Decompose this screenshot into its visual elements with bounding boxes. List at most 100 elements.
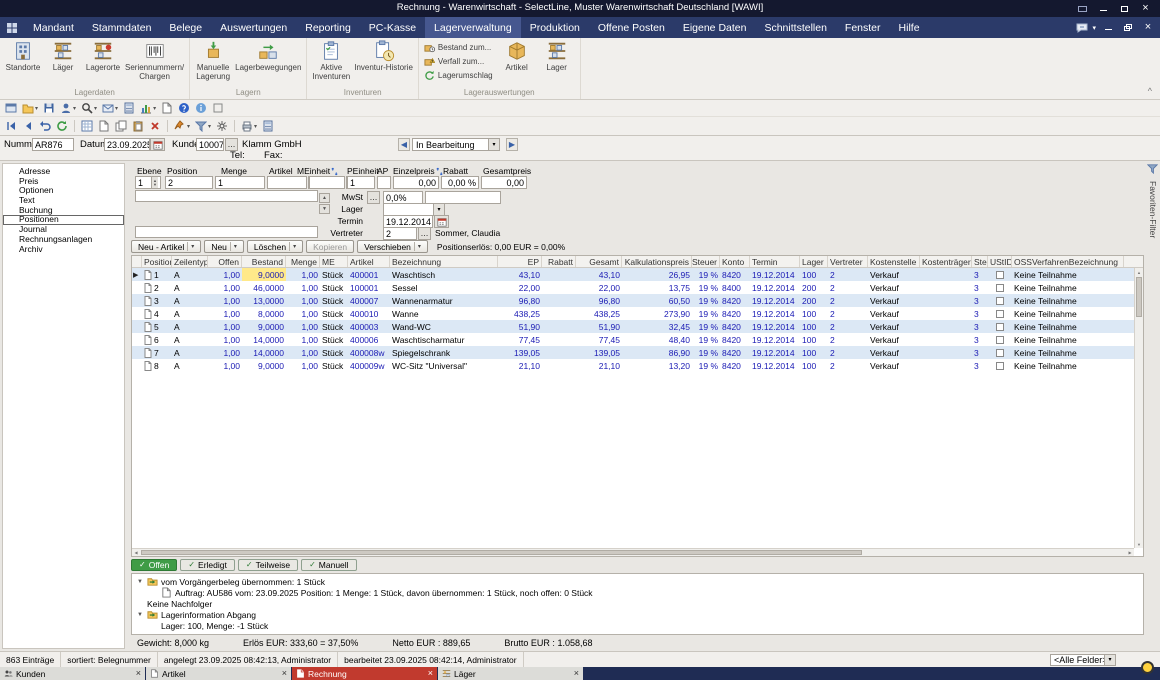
scroll-right-icon[interactable]: ▶ xyxy=(1126,549,1134,556)
ribbon-item-läger[interactable]: Läger xyxy=(43,39,83,73)
col-header-kostenstelle[interactable]: Kostenstelle xyxy=(868,256,920,267)
hscroll-thumb[interactable] xyxy=(141,550,862,555)
posform-extra-field-2[interactable] xyxy=(135,226,318,238)
col-header-gesamt[interactable]: Gesamt xyxy=(576,256,622,267)
col-header-bezeichnung[interactable]: Bezeichnung xyxy=(390,256,498,267)
horizontal-scrollbar[interactable]: ◀ ▶ xyxy=(132,548,1134,556)
kunde-input[interactable]: 10007 xyxy=(196,138,224,151)
tab-close-icon[interactable]: × xyxy=(428,669,433,678)
tree-node[interactable]: ▼Lagerinformation Abgang xyxy=(134,609,1141,620)
status-prev-button[interactable]: ◀ xyxy=(398,138,410,151)
doc-button[interactable] xyxy=(96,119,112,134)
copy-button[interactable] xyxy=(113,119,129,134)
info-button[interactable] xyxy=(193,101,209,116)
funnel-button[interactable]: ▾ xyxy=(193,119,213,134)
feedback-icon[interactable] xyxy=(1076,22,1088,34)
ribbon-item-manuelle[interactable]: Manuelle Lagerung xyxy=(193,39,233,82)
ribbon-item-lagerbewegungen[interactable]: Lagerbewegungen xyxy=(233,39,303,73)
table-row[interactable]: 6A1,0014,00001,00Stück400006Waschtischar… xyxy=(132,333,1134,346)
filter-offen-button[interactable]: ✓Offen xyxy=(131,559,177,571)
first-button[interactable] xyxy=(3,119,19,134)
tree-node[interactable]: Auftrag: AU586 vom: 23.09.2025 Position:… xyxy=(134,587,1141,598)
menu-schnittstellen[interactable]: Schnittstellen xyxy=(755,17,835,38)
col-header-ste[interactable]: Ste xyxy=(972,256,988,267)
einzelpreis-input[interactable]: 0,00 xyxy=(393,176,439,189)
neu-button[interactable]: Neu ▾ xyxy=(204,240,244,253)
ribbon-collapse-icon[interactable]: ^ xyxy=(1148,86,1152,96)
disk-button[interactable] xyxy=(41,101,57,116)
col-header-vertreter[interactable]: Vertreter xyxy=(828,256,868,267)
col-header-bestand[interactable]: Bestand xyxy=(242,256,286,267)
rabatt-input[interactable]: 0,00 % xyxy=(441,176,479,189)
col-header-zeilentyp[interactable]: Zeilentyp xyxy=(172,256,208,267)
col-header-kostenträger[interactable]: Kostenträger xyxy=(920,256,972,267)
taskbar-tab-läger[interactable]: Läger× xyxy=(438,667,583,680)
tree-expander-icon[interactable]: ▼ xyxy=(136,612,144,618)
scroll-left-icon[interactable]: ◀ xyxy=(132,549,140,556)
nummer-input[interactable]: AR876 xyxy=(32,138,74,151)
menu-stammdaten[interactable]: Stammdaten xyxy=(83,17,161,38)
termin-calendar-button[interactable] xyxy=(434,215,449,228)
artikel-input[interactable] xyxy=(267,176,307,189)
row-checkbox[interactable] xyxy=(996,362,1004,370)
tab-close-icon[interactable]: × xyxy=(574,669,579,678)
table-row[interactable]: 5A1,009,00001,00Stück400003Wand-WC51,905… xyxy=(132,320,1134,333)
menge-input[interactable]: 1 xyxy=(215,176,265,189)
peinheit-input[interactable]: 1 xyxy=(347,176,375,189)
filter-teilweise-button[interactable]: ✓Teilweise xyxy=(238,559,298,571)
field-filter-combo[interactable]: <Alle Felder> ▾ xyxy=(1050,654,1116,666)
gesamtpreis-input[interactable]: 0,00 xyxy=(481,176,527,189)
col-header-offen[interactable]: Offen xyxy=(208,256,242,267)
menu-pc-kasse[interactable]: PC-Kasse xyxy=(360,17,425,38)
row-checkbox[interactable] xyxy=(996,349,1004,357)
table-row[interactable]: 2A1,0046,00001,00Stück100001Sessel22,002… xyxy=(132,281,1134,294)
scroll-down-icon[interactable]: ▼ xyxy=(1135,540,1143,548)
taskbar-tab-artikel[interactable]: Artikel× xyxy=(146,667,291,680)
menu-hilfe[interactable]: Hilfe xyxy=(890,17,929,38)
meinheit-input[interactable] xyxy=(309,176,345,189)
col-header-lager[interactable]: Lager xyxy=(800,256,828,267)
sidebar-item-archiv[interactable]: Archiv xyxy=(3,245,124,255)
vertical-scrollbar[interactable]: ▲ ▼ xyxy=(1134,268,1143,548)
calc-button[interactable] xyxy=(121,101,137,116)
chart-button[interactable]: ▾ xyxy=(138,101,158,116)
maximize-button[interactable] xyxy=(1114,1,1135,16)
refresh-button[interactable] xyxy=(54,119,70,134)
delete-button[interactable] xyxy=(147,119,163,134)
vertreter-lookup-button[interactable]: … xyxy=(418,227,431,240)
datum-calendar-button[interactable] xyxy=(150,138,165,151)
col-header-ossverfahrenbezeichnung[interactable]: OSSVerfahrenBezeichnung xyxy=(1012,256,1124,267)
menu-eigene-daten[interactable]: Eigene Daten xyxy=(674,17,756,38)
col-header-konto[interactable]: Konto xyxy=(720,256,750,267)
position-input[interactable]: 2 xyxy=(165,176,213,189)
spinner-icon[interactable]: ▲▼ xyxy=(151,177,158,188)
taskbar-tab-kunden[interactable]: Kunden× xyxy=(0,667,145,680)
question-button[interactable] xyxy=(176,101,192,116)
table-row[interactable]: ▶1A1,009,00001,00Stück400001Waschtisch43… xyxy=(132,268,1134,281)
row-checkbox[interactable] xyxy=(996,284,1004,292)
col-header-position[interactable]: Position xyxy=(142,256,172,267)
col-header-menge[interactable]: Menge xyxy=(286,256,320,267)
gear-button[interactable] xyxy=(214,119,230,134)
col-header-artikel[interactable]: Artikel xyxy=(348,256,390,267)
col-header-termin[interactable]: Termin xyxy=(750,256,800,267)
mdi-restore-button[interactable] xyxy=(1120,21,1136,35)
undo-button[interactable] xyxy=(37,119,53,134)
calc-button[interactable] xyxy=(260,119,276,134)
col-header-steuer[interactable]: Steuer xyxy=(692,256,720,267)
close-button[interactable]: × xyxy=(1135,1,1156,16)
grid-button[interactable] xyxy=(79,119,95,134)
pin-button[interactable]: ▾ xyxy=(172,119,192,134)
col-header-me[interactable]: ME xyxy=(320,256,348,267)
verschieben-button[interactable]: Verschieben ▾ xyxy=(357,240,428,253)
app-grid-icon[interactable] xyxy=(0,17,24,38)
row-checkbox[interactable] xyxy=(996,297,1004,305)
menu-reporting[interactable]: Reporting xyxy=(296,17,360,38)
tab-close-icon[interactable]: × xyxy=(282,669,287,678)
tab-close-icon[interactable]: × xyxy=(136,669,141,678)
status-next-button[interactable]: ▶ xyxy=(506,138,518,151)
scroll-up-icon[interactable]: ▲ xyxy=(1135,268,1143,276)
print-button[interactable]: ▾ xyxy=(239,119,259,134)
row-checkbox[interactable] xyxy=(996,310,1004,318)
tree-node[interactable]: Keine Nachfolger xyxy=(134,598,1141,609)
